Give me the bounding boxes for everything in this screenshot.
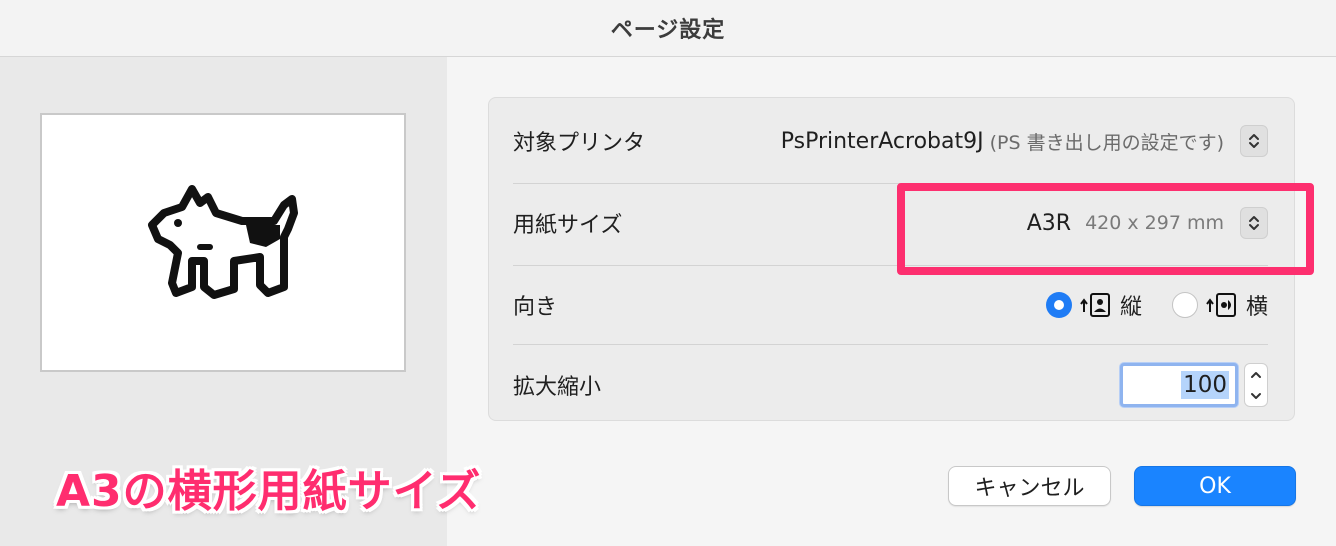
chevron-down-icon[interactable] [1250, 391, 1262, 401]
page-preview [40, 113, 406, 372]
ok-button[interactable]: OK [1134, 466, 1296, 506]
title-bar: ページ設定 [0, 0, 1336, 57]
paper-size-label: 用紙サイズ [513, 213, 623, 238]
orientation-options: 縦 横 [1045, 289, 1268, 321]
orientation-portrait-option[interactable]: 縦 [1045, 289, 1142, 321]
cancel-button[interactable]: キャンセル [948, 466, 1111, 506]
scale-control: 100 [1120, 363, 1268, 407]
window-title: ページ設定 [610, 18, 726, 43]
printer-popup[interactable]: PsPrinterAcrobat9J (PS 書き出し用の設定です) [781, 125, 1268, 157]
scale-stepper[interactable] [1244, 363, 1268, 407]
scale-value: 100 [1181, 371, 1229, 399]
landscape-icon [1206, 293, 1236, 317]
orientation-label: 向き [513, 295, 558, 320]
orientation-portrait-label: 縦 [1119, 295, 1142, 320]
printer-row: 対象プリンタ PsPrinterAcrobat9J (PS 書き出し用の設定です… [513, 120, 1268, 162]
printer-note: (PS 書き出し用の設定です) [989, 131, 1224, 154]
annotation-highlight-box [897, 183, 1314, 275]
orientation-row: 向き 縦 横 [513, 284, 1268, 326]
orientation-landscape-option[interactable]: 横 [1171, 289, 1268, 321]
divider [513, 344, 1268, 345]
scale-row: 拡大縮小 100 [513, 363, 1268, 407]
scale-label: 拡大縮小 [513, 375, 602, 400]
portrait-icon [1080, 293, 1110, 317]
radio-button[interactable] [1171, 292, 1198, 318]
chevron-up-icon[interactable] [1250, 370, 1262, 380]
printer-name: PsPrinterAcrobat9J [780, 128, 984, 154]
popup-chevrons-icon[interactable] [1240, 125, 1268, 157]
annotation-caption: A3の横形用紙サイズ [56, 466, 482, 517]
radio-button-selected[interactable] [1045, 292, 1072, 318]
scale-input[interactable]: 100 [1120, 363, 1238, 407]
printer-label: 対象プリンタ [513, 131, 646, 156]
dogcow-icon [148, 185, 298, 299]
orientation-landscape-label: 横 [1245, 295, 1268, 320]
